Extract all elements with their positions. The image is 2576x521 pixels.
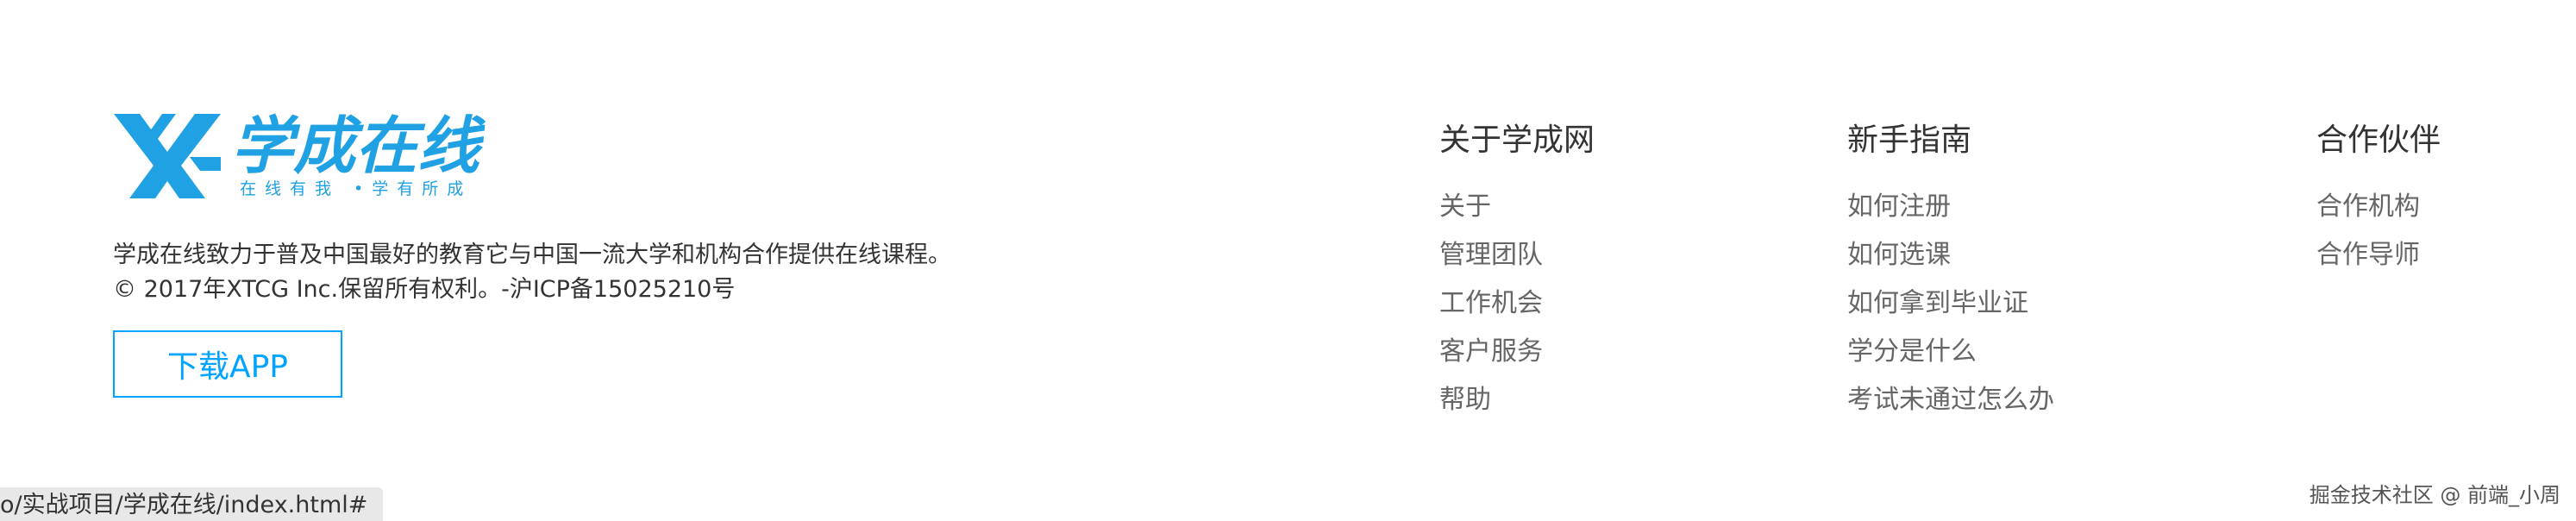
footer-column-partners: 合作伙伴 合作机构 合作导师: [2316, 117, 2441, 279]
footer-link[interactable]: 考试未通过怎么办: [1847, 376, 2054, 424]
description-line-1: 学成在线致力于普及中国最好的教育它与中国一流大学和机构合作提供在线课程。: [113, 242, 951, 268]
link-list: 合作机构 合作导师: [2316, 183, 2441, 279]
link-list: 如何注册 如何选课 如何拿到毕业证 学分是什么 考试未通过怎么办: [1847, 183, 2054, 424]
site-description: 学成在线致力于普及中国最好的教育它与中国一流大学和机构合作提供在线课程。 © 2…: [113, 238, 951, 307]
logo-brand-text: 学成在线: [231, 110, 486, 182]
footer-link[interactable]: 如何选课: [1847, 231, 2054, 279]
footer-page: 学成在线 在线有我 •学有所成 学成在线致力于普及中国最好的教育它与中国一流大学…: [0, 0, 2576, 521]
footer-link[interactable]: 如何注册: [1847, 183, 2054, 231]
download-app-button[interactable]: 下载APP: [113, 330, 342, 398]
copyright-line: © 2017年XTCG Inc.保留所有权利。-沪ICP备15025210号: [113, 276, 736, 303]
footer-link[interactable]: 客户服务: [1439, 328, 1595, 376]
status-bar-url: o/实战项目/学成在线/index.html#: [0, 487, 384, 521]
footer-link[interactable]: 合作导师: [2316, 231, 2441, 279]
footer-link[interactable]: 如何拿到毕业证: [1847, 279, 2054, 328]
column-title: 新手指南: [1847, 122, 1972, 158]
logo-slogan: 在线有我 •学有所成: [240, 179, 473, 198]
footer-link[interactable]: 关于: [1439, 183, 1595, 231]
watermark-text: 掘金技术社区 @ 前端_小周: [2309, 483, 2560, 507]
footer-column-guide: 新手指南 如何注册 如何选课 如何拿到毕业证 学分是什么 考试未通过怎么办: [1847, 117, 2054, 424]
footer-column-about: 关于学成网 关于 管理团队 工作机会 客户服务 帮助: [1439, 117, 1595, 424]
column-title: 关于学成网: [1439, 122, 1595, 158]
link-list: 关于 管理团队 工作机会 客户服务 帮助: [1439, 183, 1595, 424]
footer-link[interactable]: 工作机会: [1439, 279, 1595, 328]
column-title: 合作伙伴: [2316, 122, 2441, 158]
footer-link[interactable]: 合作机构: [2316, 183, 2441, 231]
footer-link[interactable]: 管理团队: [1439, 231, 1595, 279]
footer-link[interactable]: 学分是什么: [1847, 328, 2054, 376]
footer-link[interactable]: 帮助: [1439, 376, 1595, 424]
site-logo[interactable]: 学成在线 在线有我 •学有所成: [110, 109, 498, 204]
